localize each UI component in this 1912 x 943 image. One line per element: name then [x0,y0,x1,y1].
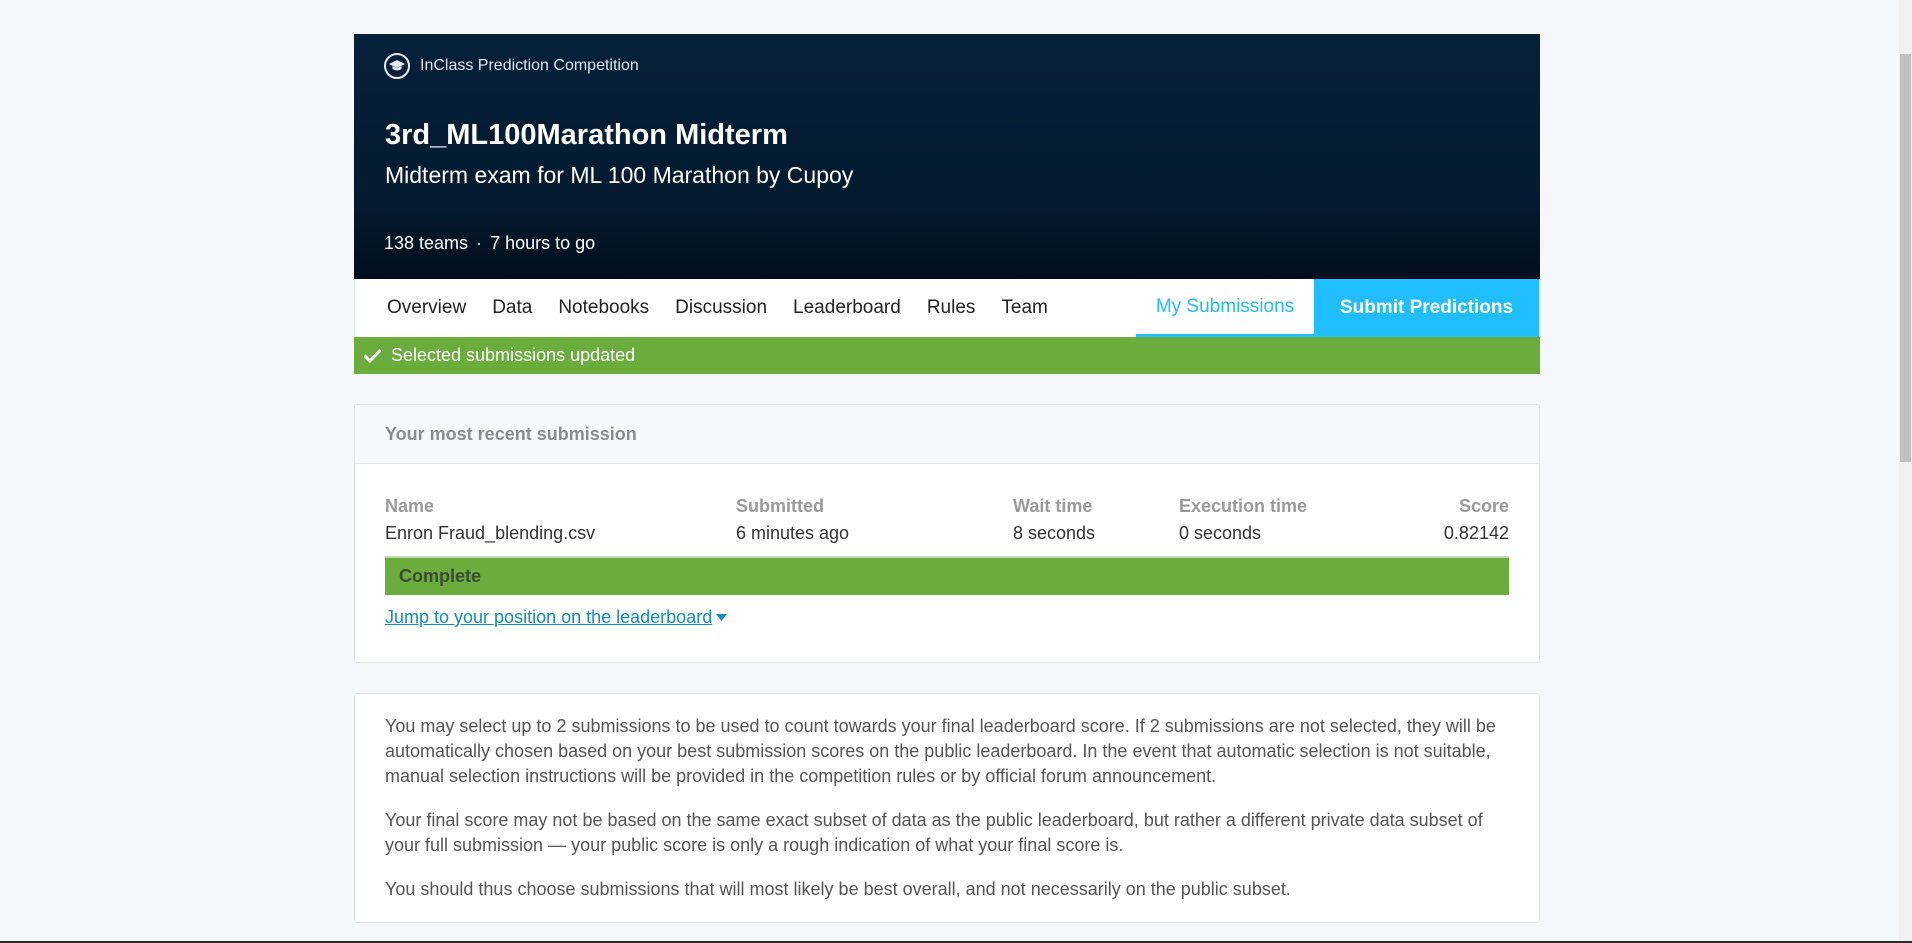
nav-tabs: Overview Data Notebooks Discussion Leade… [355,279,1074,337]
jump-link-label: Jump to your position on the leaderboard [385,607,713,627]
competition-title: 3rd_ML100Marathon Midterm [385,119,788,151]
meta-separator: · [476,233,483,253]
tab-leaderboard[interactable]: Leaderboard [793,279,901,337]
check-icon [364,348,381,363]
competition-type-label: InClass Prediction Competition [420,57,639,74]
submitted-value: 6 minutes ago [736,523,850,543]
execution-time-label: Execution time [1179,496,1308,516]
recent-submission-heading: Your most recent submission [355,405,1539,464]
tab-overview[interactable]: Overview [387,279,466,337]
wait-time-value: 8 seconds [1013,523,1096,543]
tab-data[interactable]: Data [492,279,532,337]
info-paragraph: You may select up to 2 submissions to be… [385,716,1496,786]
execution-time-column: Execution time 0 seconds [1179,496,1307,544]
competition-page: InClass Prediction Competition 3rd_ML100… [354,34,1540,923]
competition-header: InClass Prediction Competition 3rd_ML100… [354,34,1540,279]
name-value: Enron Fraud_blending.csv [385,523,596,543]
wait-time-column: Wait time 8 seconds [1013,496,1095,544]
caret-down-icon [716,614,728,621]
competition-type: InClass Prediction Competition [384,53,639,79]
banner-message: Selected submissions updated [391,345,636,365]
competition-nav: Overview Data Notebooks Discussion Leade… [354,279,1540,337]
wait-time-label: Wait time [1013,496,1093,516]
success-banner: Selected submissions updated [354,337,1540,374]
score-value: 0.82142 [1443,523,1509,543]
scrollbar-thumb[interactable] [1900,54,1911,462]
submitted-label: Submitted [736,496,824,516]
recent-submission-card: Your most recent submission Name Enron F… [354,404,1540,663]
selection-info-card: You may select up to 2 submissions to be… [354,693,1540,923]
competition-subtitle: Midterm exam for ML 100 Marathon by Cupo… [385,162,854,188]
competition-meta: 138 teams · 7 hours to go [384,233,595,254]
tab-notebooks[interactable]: Notebooks [558,279,649,337]
submit-predictions-button[interactable]: Submit Predictions [1314,279,1539,337]
teams-count: 138 teams [384,233,469,253]
tab-rules[interactable]: Rules [927,279,976,337]
name-column: Name Enron Fraud_blending.csv [385,496,595,544]
info-paragraph: You should thus choose submissions that … [385,879,1291,899]
score-label: Score [1458,496,1509,516]
submission-details: Name Enron Fraud_blending.csv Submitted … [385,464,1509,543]
jump-to-leaderboard-link[interactable]: Jump to your position on the leaderboard [385,607,728,628]
page-scrollbar[interactable] [1899,0,1912,943]
time-remaining: 7 hours to go [490,233,596,253]
score-column: Score 0.82142 [1444,496,1509,544]
tab-discussion[interactable]: Discussion [675,279,767,337]
graduation-cap-icon [384,53,410,79]
info-paragraph: Your final score may not be based on the… [385,810,1483,855]
tab-team[interactable]: Team [1001,279,1047,337]
tab-my-submissions[interactable]: My Submissions [1136,279,1314,337]
status-badge: Complete [385,556,1509,595]
execution-time-value: 0 seconds [1179,523,1262,543]
nav-actions: My Submissions Submit Predictions [1136,279,1539,337]
name-label: Name [385,496,435,516]
submitted-column: Submitted 6 minutes ago [736,496,849,544]
